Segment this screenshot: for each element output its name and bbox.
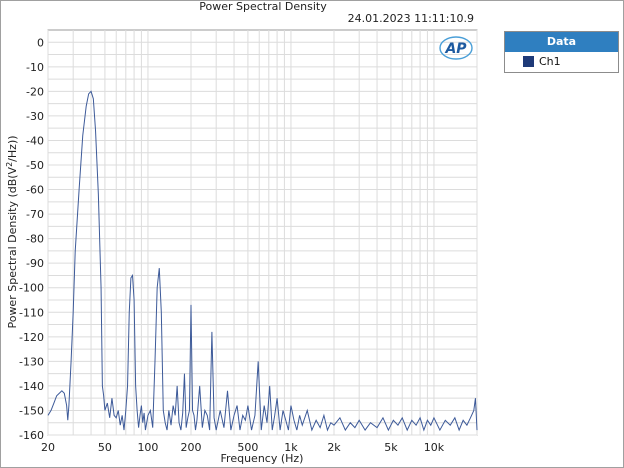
legend-title: Data xyxy=(505,32,618,52)
y-tick-label: 0 xyxy=(37,36,44,49)
legend-label-ch1: Ch1 xyxy=(539,55,561,68)
y-tick-label: -110 xyxy=(19,306,44,319)
y-tick-label: -20 xyxy=(26,85,44,98)
y-tick-label: -70 xyxy=(26,208,44,221)
y-axis-ticks: 0 -10 -20 -30 -40 -50 -60 -70 -80 -90 -100 -110 -120… xyxy=(19,36,44,442)
y-tick-label: -140 xyxy=(19,380,44,393)
x-tick-label: 20 xyxy=(41,441,55,454)
legend: Data Ch1 xyxy=(504,31,619,73)
x-tick-label: 5k xyxy=(384,441,398,454)
y-axis-label-suffix: /Hz)) xyxy=(6,135,19,161)
svg-text:AP: AP xyxy=(444,41,467,57)
y-axis-label: Power Spectral Density (dB(V2/Hz)) xyxy=(5,135,19,328)
legend-item-ch1[interactable]: Ch1 xyxy=(505,52,618,71)
y-tick-label: -80 xyxy=(26,233,44,246)
y-tick-label: -130 xyxy=(19,355,44,368)
y-tick-label: -120 xyxy=(19,331,44,344)
y-tick-label: -60 xyxy=(26,184,44,197)
x-tick-label: 100 xyxy=(137,441,158,454)
y-tick-label: -50 xyxy=(26,159,44,172)
y-tick-label: -100 xyxy=(19,282,44,295)
x-tick-label: 2k xyxy=(327,441,341,454)
x-tick-label: 10k xyxy=(424,441,445,454)
x-tick-label: 50 xyxy=(98,441,112,454)
y-tick-label: -10 xyxy=(26,61,44,74)
y-tick-label: -30 xyxy=(26,110,44,123)
y-tick-label: -150 xyxy=(19,404,44,417)
y-tick-label: -90 xyxy=(26,257,44,270)
y-axis-label-prefix: Power Spectral Density (dB(V xyxy=(6,166,19,328)
x-axis-label: Frequency (Hz) xyxy=(221,452,304,465)
x-tick-label: 200 xyxy=(181,441,202,454)
y-tick-label: -160 xyxy=(19,429,44,442)
plot-area xyxy=(47,29,478,436)
y-tick-label: -40 xyxy=(26,134,44,147)
legend-swatch-ch1 xyxy=(523,56,534,67)
